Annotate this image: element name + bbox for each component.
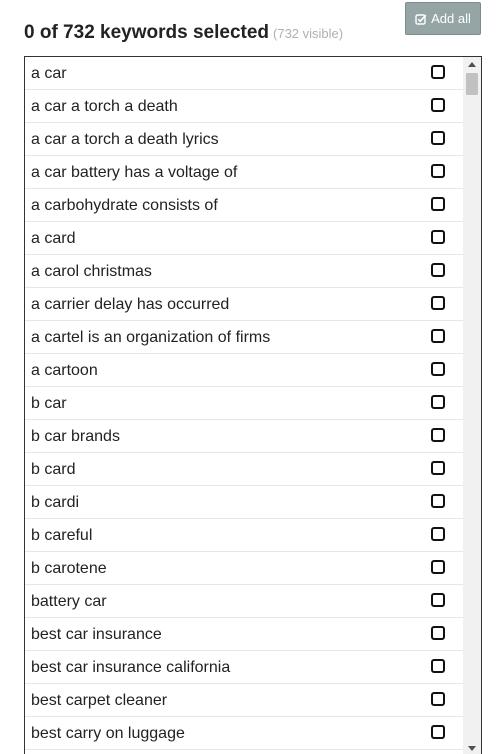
keyword-label: battery car [31,593,107,610]
keyword-checkbox[interactable] [431,494,445,508]
keyword-checkbox[interactable] [431,560,445,574]
keyword-checkbox[interactable] [431,230,445,244]
keyword-label: best carry on luggage [31,725,185,742]
keyword-label: b car [31,395,67,412]
selection-count-title: 0 of 732 keywords selected (732 visible) [24,22,343,44]
checkbox-edit-icon [415,13,427,25]
list-item[interactable]: a cartoon [25,354,463,387]
keyword-list-box: a car a car a torch a death a car a torch … [24,56,482,754]
keyword-checkbox[interactable] [431,461,445,475]
list-item[interactable]: a cartel is an organization of firms [25,321,463,354]
keyword-checkbox[interactable] [431,65,445,79]
scrollbar[interactable] [463,57,481,754]
keyword-label: a carol christmas [31,263,152,280]
list-item[interactable]: battery car [25,585,463,618]
keyword-label: b carotene [31,560,107,577]
scroll-down-button[interactable] [463,741,481,754]
list-item[interactable]: a car battery has a voltage of [25,156,463,189]
triangle-up-icon [468,61,476,67]
list-item[interactable]: b careful [25,519,463,552]
scroll-up-button[interactable] [463,57,481,71]
keyword-list: a car a car a torch a death a car a torch … [25,57,463,750]
keyword-checkbox[interactable] [431,428,445,442]
list-item[interactable]: best car insurance california [25,651,463,684]
list-item[interactable]: b carotene [25,552,463,585]
keyword-label: a car battery has a voltage of [31,164,238,181]
list-item[interactable]: a carbohydrate consists of [25,189,463,222]
list-item[interactable]: b card [25,453,463,486]
list-item[interactable]: b car brands [25,420,463,453]
triangle-down-icon [468,745,476,751]
keyword-label: best carpet cleaner [31,692,168,709]
keyword-checkbox[interactable] [431,395,445,409]
list-item[interactable]: a car a torch a death lyrics [25,123,463,156]
header: 0 of 732 keywords selected (732 visible) … [0,0,496,56]
list-item[interactable]: b car [25,387,463,420]
list-item[interactable]: a car a torch a death [25,90,463,123]
selection-count-text: 0 of 732 keywords selected [24,22,270,43]
list-item[interactable]: a carol christmas [25,255,463,288]
keyword-checkbox[interactable] [431,197,445,211]
keyword-label: a card [31,230,76,247]
list-item[interactable]: a carrier delay has occurred [25,288,463,321]
keyword-checkbox[interactable] [431,725,445,739]
keyword-label: best car insurance [31,626,162,643]
visible-count-text: (732 visible) [273,26,344,41]
keyword-checkbox[interactable] [431,329,445,343]
keyword-label: a cartel is an organization of firms [31,329,271,346]
keyword-label: b card [31,461,76,478]
keyword-label: a carrier delay has occurred [31,296,230,313]
keyword-label: a car a torch a death [31,98,178,115]
keyword-checkbox[interactable] [431,692,445,706]
keyword-checkbox[interactable] [431,98,445,112]
keyword-checkbox[interactable] [431,527,445,541]
keyword-checkbox[interactable] [431,593,445,607]
list-item[interactable]: best carpet cleaner [25,684,463,717]
keyword-checkbox[interactable] [431,626,445,640]
list-item[interactable]: a card [25,222,463,255]
add-all-button[interactable]: Add all [405,2,481,35]
list-item[interactable]: best carry on luggage [25,717,463,750]
keyword-label: b cardi [31,494,80,511]
keyword-label: a cartoon [31,362,98,379]
list-item[interactable]: best car insurance [25,618,463,651]
keyword-checkbox[interactable] [431,362,445,376]
keyword-label: b car brands [31,428,120,445]
keyword-checkbox[interactable] [431,164,445,178]
keyword-label: a car [31,65,67,82]
keyword-label: best car insurance california [31,659,231,676]
keyword-label: b careful [31,527,93,544]
keyword-checkbox[interactable] [431,131,445,145]
add-all-label: Add all [431,11,471,26]
keyword-label: a car a torch a death lyrics [31,131,219,148]
keyword-checkbox[interactable] [431,296,445,310]
list-item[interactable]: a car [25,57,463,90]
scroll-thumb[interactable] [466,73,478,95]
keyword-checkbox[interactable] [431,263,445,277]
keyword-checkbox[interactable] [431,659,445,673]
list-item[interactable]: b cardi [25,486,463,519]
keyword-label: a carbohydrate consists of [31,197,218,214]
